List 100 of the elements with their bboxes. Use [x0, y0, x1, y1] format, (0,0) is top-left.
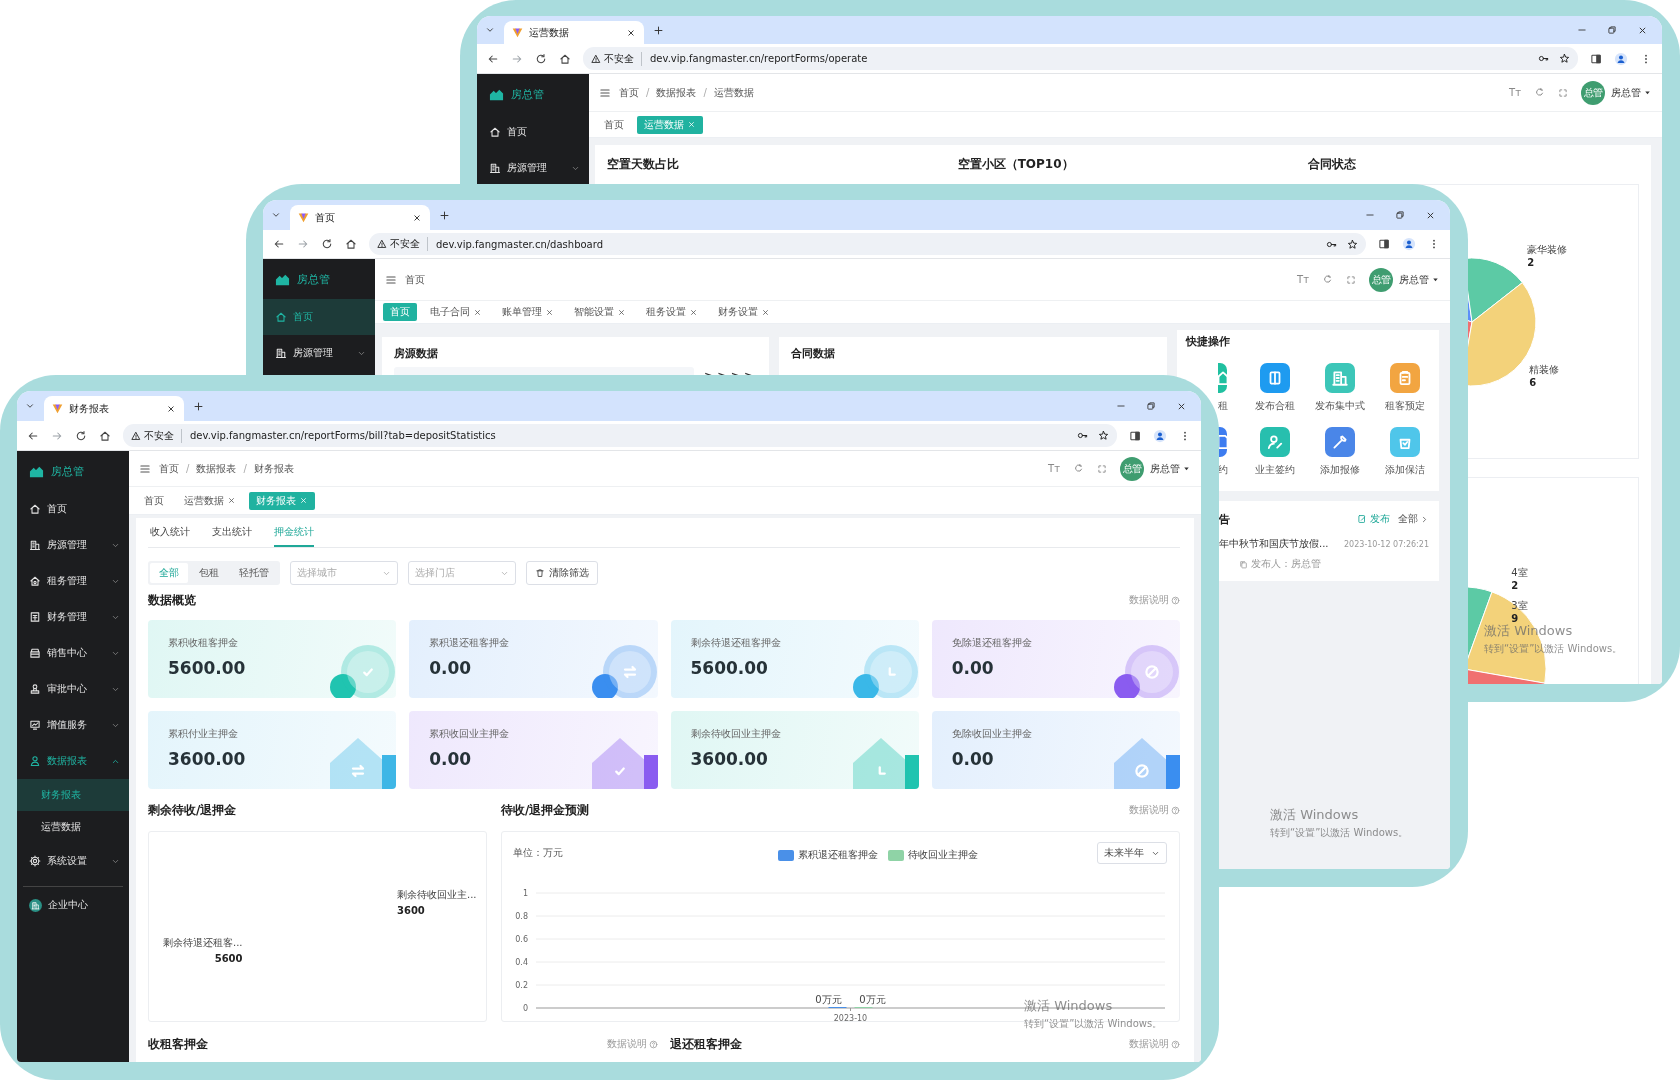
avatar: 总管 — [1120, 456, 1144, 481]
segment-button[interactable]: 包租 — [190, 563, 228, 583]
segment-button[interactable]: 轻托管 — [230, 563, 278, 583]
breadcrumb-link[interactable]: 数据报表 — [656, 85, 697, 100]
section-title: 收租客押金 — [148, 1035, 208, 1053]
font-size-button[interactable]: Tт — [1297, 274, 1309, 285]
browser-tab[interactable]: 财务报表 — [44, 396, 184, 421]
legend-label: 累积退还租客押金 — [798, 848, 878, 862]
range-select[interactable]: 未来半年 — [1097, 842, 1167, 864]
page-tag[interactable]: 账单管理 — [495, 303, 561, 321]
sidebar-item[interactable]: 首页 — [477, 114, 589, 150]
breadcrumb-link[interactable]: 首页 — [159, 461, 179, 476]
legend-label: 待收回业主押金 — [908, 848, 978, 862]
quick-action[interactable]: 添加保洁 — [1372, 427, 1437, 477]
stat-value: 0.00 — [951, 749, 995, 769]
avatar: 总管 — [1369, 267, 1393, 292]
chart-value: 3600 — [397, 905, 425, 916]
stat-value: 5600.00 — [690, 658, 769, 678]
watermark-hint: 转到“设置”以激活 Windows。 — [1270, 826, 1409, 840]
tick-label: 0.2 — [515, 981, 528, 990]
quick-action[interactable]: 添加报修 — [1307, 427, 1372, 477]
page-tag[interactable]: 运营数据 — [177, 491, 243, 510]
quick-action[interactable]: 租 — [1218, 363, 1242, 413]
quick-action[interactable]: 业主签约 — [1242, 427, 1307, 477]
sidebar-item[interactable]: 房源管理 — [263, 335, 375, 371]
sidebar-subitem[interactable]: 财务报表 — [17, 779, 129, 811]
stat-value: 3600.00 — [690, 749, 769, 769]
tick-label: 1 — [522, 889, 528, 898]
address-bar[interactable]: 不安全 dev.vip.fangmaster.cn/dashboard — [369, 233, 1366, 255]
sidebar-item[interactable]: 房源管理 — [17, 527, 129, 563]
sidebar-item[interactable]: 审批中心 — [17, 671, 129, 707]
font-size-button[interactable]: Tт — [1509, 87, 1521, 98]
sidebar-item[interactable]: 企业中心 — [17, 887, 129, 923]
chart-label: 剩余待退还租客... — [163, 936, 243, 950]
breadcrumb-link[interactable]: 数据报表 — [196, 461, 237, 476]
sidebar-subitem[interactable]: 运营数据 — [17, 811, 129, 843]
section-title: 退还租客押金 — [670, 1035, 742, 1053]
panel-title: 合同数据 — [791, 346, 836, 361]
sidebar-item[interactable]: 房源管理 — [477, 150, 589, 186]
tick-label: 0 — [522, 1004, 528, 1013]
sidebar-item[interactable]: 系统设置 — [17, 843, 129, 879]
breadcrumb-link[interactable]: 首页 — [405, 272, 425, 287]
user-menu[interactable]: 房总管 — [1611, 85, 1652, 100]
clear-filter-button[interactable]: 清除筛选 — [526, 561, 598, 585]
notice-date: 2023-10-12 07:26:21 — [1344, 539, 1429, 549]
axis-label: 2023-10 — [833, 1014, 868, 1023]
panel-title: 合同状态 — [1308, 156, 1358, 173]
breadcrumb-link[interactable]: 运营数据 — [713, 85, 754, 100]
sub-tab[interactable]: 支出统计 — [212, 518, 252, 547]
address-bar[interactable]: 不安全 dev.vip.fangmaster.cn/reportForms/bill?tab=depositStatistics — [123, 424, 1117, 447]
panel-title: 快捷操作 — [1184, 334, 1231, 349]
chart-label: 精装修 — [1529, 363, 1560, 377]
brand-name: 房总管 — [297, 271, 330, 287]
browser-tab[interactable]: 运营数据 — [504, 21, 644, 44]
breadcrumb-link[interactable]: 首页 — [619, 85, 639, 100]
user-menu[interactable]: 房总管 — [1399, 272, 1440, 287]
address-bar[interactable]: 不安全 dev.vip.fangmaster.cn/reportForms/operate — [583, 47, 1578, 70]
section-title: 待收/退押金预测 — [501, 801, 590, 819]
page-tag[interactable]: 电子合同 — [423, 303, 489, 321]
sidebar-item[interactable]: 首页 — [263, 299, 375, 335]
security-indicator[interactable]: 不安全 — [591, 51, 642, 66]
page-tag[interactable]: 首页 — [597, 115, 631, 134]
notice-title[interactable]: 年中秋节和国庆节放假... — [1219, 537, 1329, 551]
chart-value: 2 — [1511, 580, 1520, 591]
sidebar-item[interactable]: 销售中心 — [17, 635, 129, 671]
sidebar-item[interactable]: 租务管理 — [17, 563, 129, 599]
stat-label: 累积收回业主押金 — [429, 727, 511, 741]
value-label: 0万元 — [859, 994, 886, 1005]
stat-value: 0.00 — [951, 658, 995, 678]
stat-value: 0.00 — [429, 658, 473, 678]
section-title: 数据概览 — [148, 591, 196, 609]
quick-action[interactable]: 发布集中式 — [1307, 363, 1372, 413]
tick-label: 0.6 — [515, 935, 528, 944]
security-indicator[interactable]: 不安全 — [131, 428, 182, 443]
font-size-button[interactable]: Tт — [1048, 463, 1060, 474]
chart-label: 剩余待收回业主... — [397, 888, 477, 902]
page-tag[interactable]: 首页 — [137, 491, 171, 510]
page-tag[interactable]: 租务设置 — [639, 303, 705, 321]
page-tag[interactable]: 财务设置 — [711, 303, 777, 321]
sidebar-item[interactable]: 首页 — [17, 491, 129, 527]
quick-action[interactable]: 租客预定 — [1372, 363, 1437, 413]
sidebar-item[interactable]: 财务管理 — [17, 599, 129, 635]
security-indicator[interactable]: 不安全 — [377, 237, 428, 251]
breadcrumb-link[interactable]: 财务报表 — [253, 461, 294, 476]
browser-tab[interactable]: 首页 — [290, 205, 430, 230]
panel-title: 空置天数占比 — [607, 156, 680, 173]
chart-value: 6 — [1529, 377, 1538, 388]
user-menu[interactable]: 房总管 — [1150, 461, 1191, 476]
breadcrumb-separator: / — [186, 463, 190, 474]
sidebar-item[interactable]: 数据报表 — [17, 743, 129, 779]
sub-tab[interactable]: 收入统计 — [150, 518, 190, 547]
view-all-link[interactable]: 全部 — [1398, 512, 1429, 526]
stat-label: 累积退还租客押金 — [429, 636, 511, 650]
quick-action[interactable]: 发布合租 — [1242, 363, 1307, 413]
stat-value: 5600.00 — [168, 658, 247, 678]
breadcrumb-separator: / — [646, 87, 650, 98]
sidebar-item[interactable]: 增值服务 — [17, 707, 129, 743]
stat-label: 累积收租客押金 — [168, 636, 239, 650]
page-tag[interactable]: 智能设置 — [567, 303, 633, 321]
brand-name: 房总管 — [51, 463, 84, 479]
